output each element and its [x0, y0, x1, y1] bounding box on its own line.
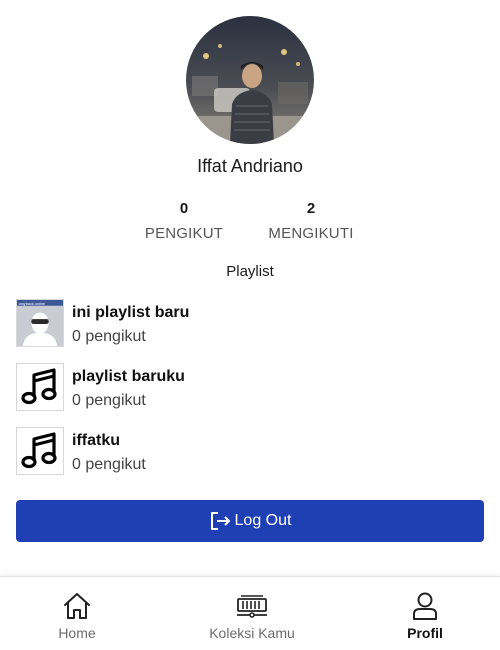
user-photo-thumbnail: wayback.online: [16, 299, 64, 347]
following-label: MENGIKUTI: [268, 225, 354, 242]
nav-koleksi-label: Koleksi Kamu: [209, 625, 295, 641]
nav-profil[interactable]: Profil: [355, 577, 495, 650]
followers-count: 0: [179, 200, 189, 217]
playlist-title: ini playlist baru: [72, 304, 190, 321]
logout-icon: [209, 510, 235, 532]
logout-label: Log Out: [234, 512, 292, 529]
playlist-list: wayback.online ini playlist baru 0 pengi…: [16, 299, 484, 491]
playlist-item[interactable]: wayback.online ini playlist baru 0 pengi…: [16, 299, 484, 363]
profile-avatar: [186, 16, 314, 144]
nav-home-label: Home: [58, 625, 96, 641]
profile-name: Iffat Andriano: [197, 156, 303, 176]
user-icon: [355, 589, 495, 623]
following-stat[interactable]: 2 MENGIKUTI: [251, 200, 371, 244]
playlist-title: iffatku: [72, 432, 120, 449]
nav-koleksi[interactable]: Koleksi Kamu: [182, 577, 322, 650]
library-icon: [182, 589, 322, 623]
following-count: 2: [306, 200, 316, 217]
playlist-followers: 0 pengikut: [72, 456, 146, 473]
playlist-item[interactable]: iffatku 0 pengikut: [16, 427, 484, 491]
playlist-followers: 0 pengikut: [72, 328, 146, 345]
playlist-item[interactable]: playlist baruku 0 pengikut: [16, 363, 484, 427]
followers-stat[interactable]: 0 PENGIKUT: [124, 200, 244, 244]
playlist-section-title: Playlist: [226, 263, 274, 280]
nav-home[interactable]: Home: [7, 577, 147, 650]
playlist-followers: 0 pengikut: [72, 392, 146, 409]
playlist-title: playlist baruku: [72, 368, 185, 385]
nav-profil-label: Profil: [407, 625, 443, 641]
thumb-caption: wayback.online: [19, 302, 45, 306]
music-note-icon: [16, 427, 64, 475]
home-icon: [7, 589, 147, 623]
followers-label: PENGIKUT: [144, 225, 224, 242]
logout-button[interactable]: Log Out: [16, 500, 484, 542]
bottom-navigation: Home Koleksi Kamu Profil: [0, 576, 500, 650]
music-note-icon: [16, 363, 64, 411]
